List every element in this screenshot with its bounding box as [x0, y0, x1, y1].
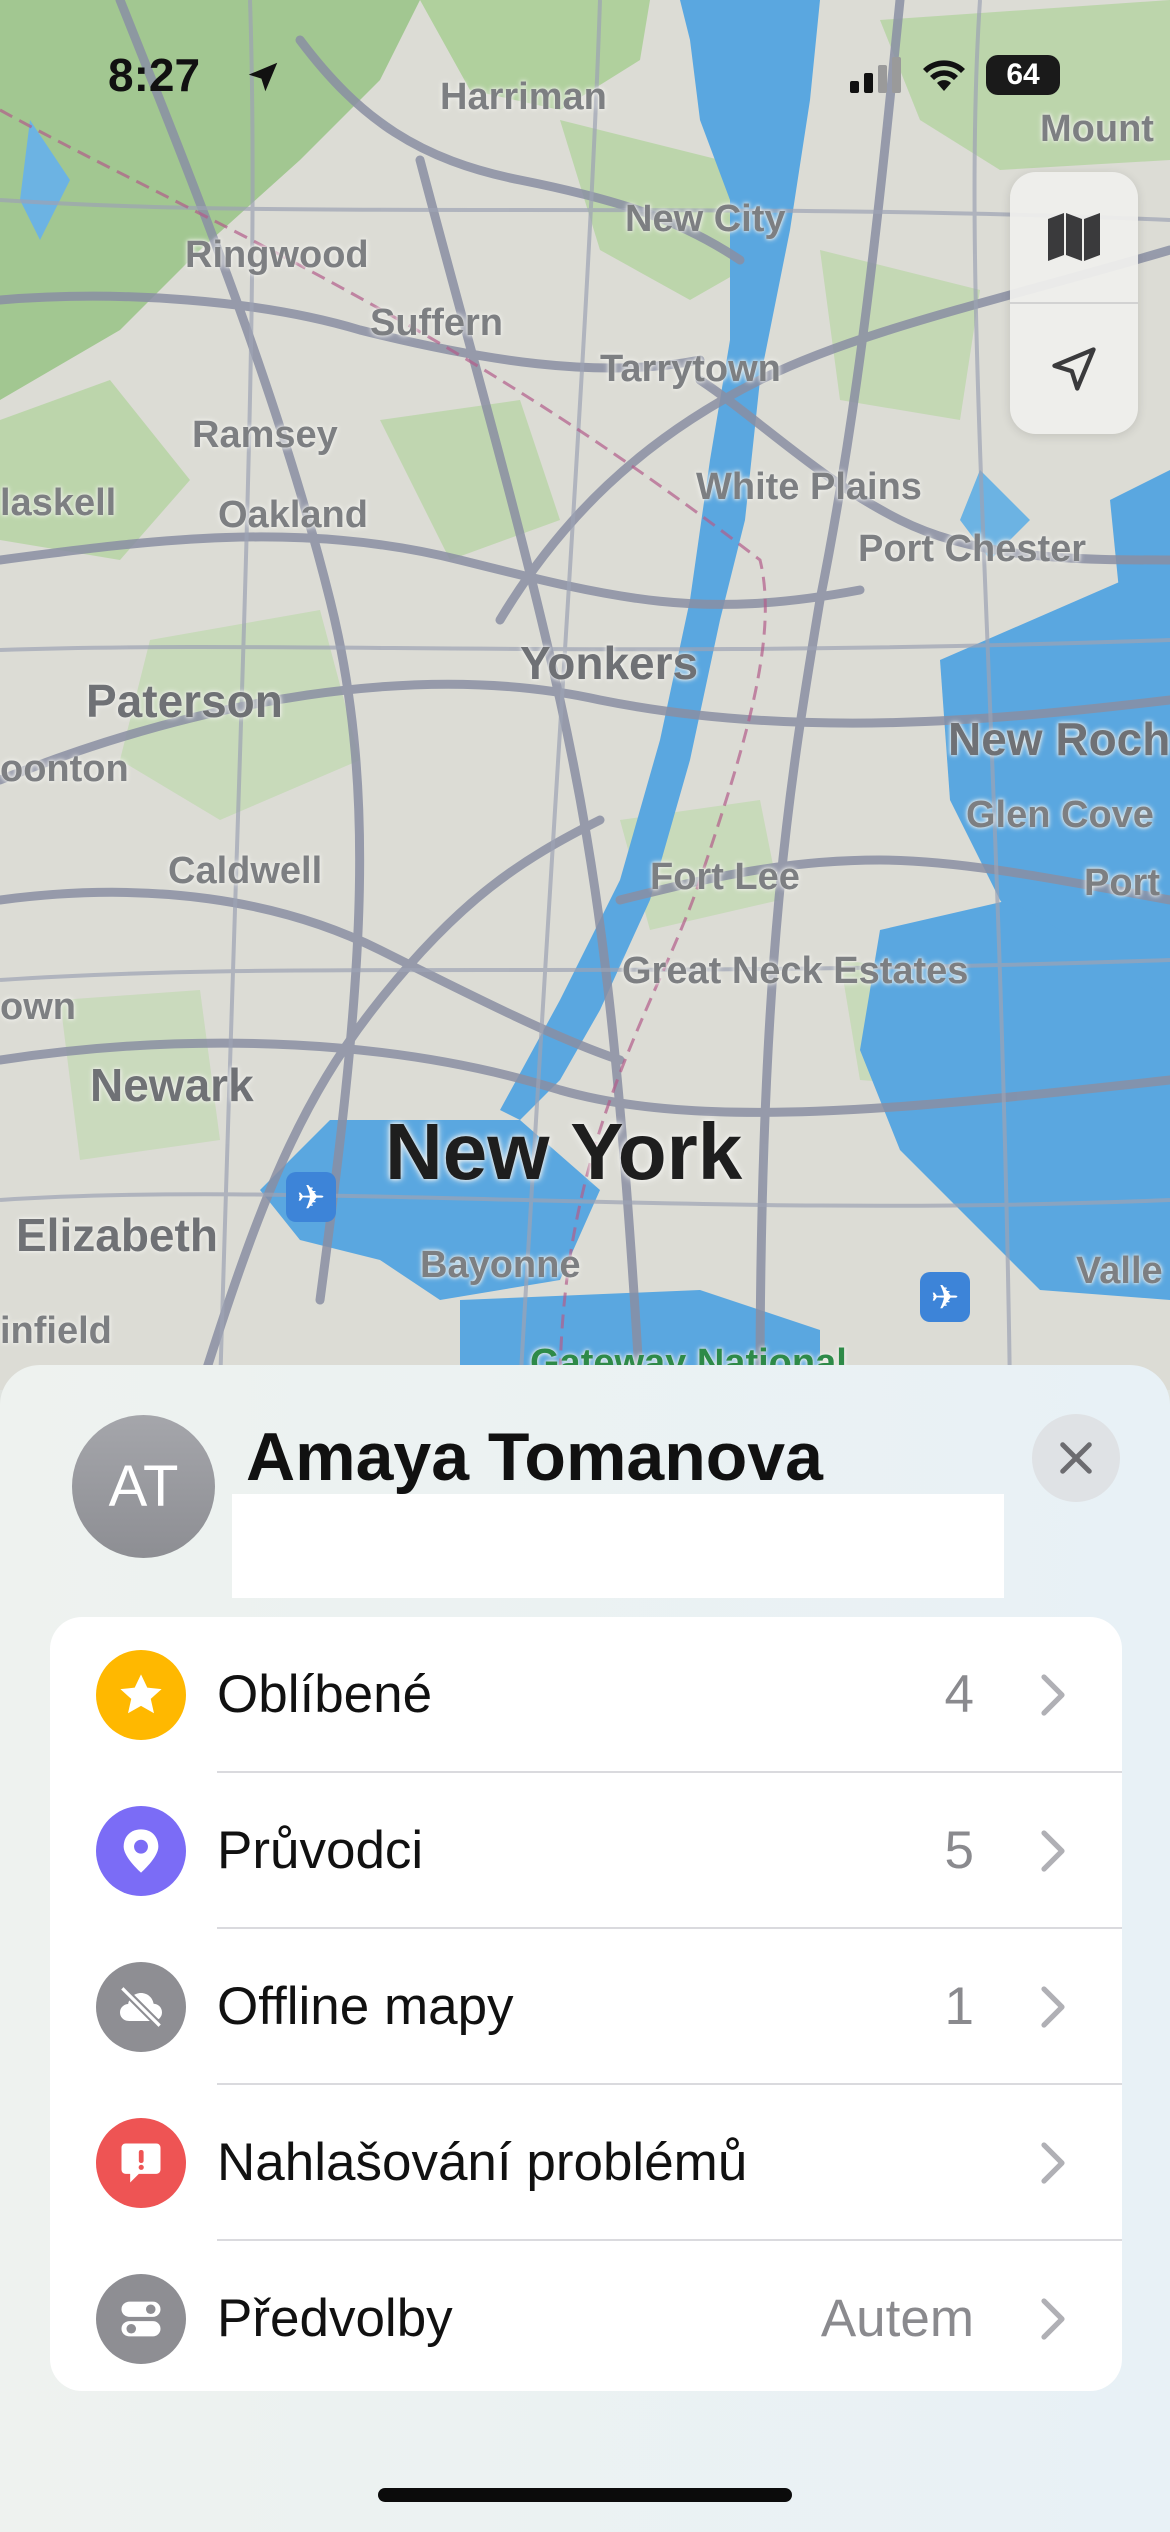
menu-count: 1 — [944, 1977, 974, 2036]
menu-row-offline-maps[interactable]: Offline mapy 1 — [50, 1929, 1122, 2085]
map-label-white-plains: White Plains — [696, 466, 922, 508]
map-label-newark: Newark — [90, 1059, 254, 1111]
star-icon — [96, 1650, 186, 1740]
guides-pin-icon — [96, 1806, 186, 1896]
status-icons: 64 — [850, 55, 1060, 95]
menu-label: Oblíbené — [217, 1665, 433, 1724]
svg-text:✈: ✈ — [297, 1178, 326, 1218]
close-icon — [1060, 1442, 1092, 1474]
map-mode-button[interactable] — [1010, 172, 1138, 302]
map-label-port-chester: Port Chester — [858, 528, 1087, 570]
status-time: 8:27 — [108, 49, 201, 101]
map-label-glen-cove: Glen Cove — [966, 794, 1154, 836]
map-controls — [1010, 172, 1138, 434]
profile-menu-list: Oblíbené 4 Průvodci 5 Offline mapy 1 Nah… — [50, 1617, 1122, 2391]
map-label-new-york: New York — [385, 1107, 743, 1196]
cloud-slash-icon — [96, 1962, 186, 2052]
toggles-icon — [96, 2274, 186, 2364]
menu-count: 4 — [944, 1665, 974, 1724]
menu-row-favorites[interactable]: Oblíbené 4 — [50, 1617, 1122, 1773]
chevron-right-icon — [1041, 1830, 1065, 1872]
map-label-new-city: New City — [625, 198, 786, 240]
map-label-suffern: Suffern — [370, 302, 503, 344]
menu-label: Předvolby — [217, 2289, 453, 2348]
map-label-bayonne: Bayonne — [420, 1244, 581, 1286]
map-label-ringwood: Ringwood — [185, 234, 369, 276]
menu-value: Autem — [820, 2289, 974, 2348]
close-button[interactable] — [1032, 1414, 1120, 1502]
menu-label: Offline mapy — [217, 1977, 514, 2036]
map-view[interactable]: ✈ ✈ Harriman Mount New City Ringwood Suf… — [0, 0, 1170, 1390]
svg-text:✈: ✈ — [931, 1278, 960, 1318]
redacted-email — [232, 1494, 1004, 1598]
map-label-caldwell: Caldwell — [168, 850, 323, 892]
map-icon — [1048, 213, 1100, 261]
avatar[interactable]: AT — [72, 1415, 215, 1558]
menu-label: Průvodci — [217, 1821, 424, 1880]
map-label-town: own — [0, 986, 76, 1028]
map-label-valley: Valle — [1076, 1250, 1163, 1292]
map-label-great-neck: Great Neck Estates — [622, 950, 969, 992]
menu-row-report-issue[interactable]: Nahlašování problémů — [50, 2085, 1122, 2241]
status-bar: 8:27 64 — [0, 0, 1170, 150]
map-label-paterson: Paterson — [86, 675, 283, 727]
map-label-fort-lee: Fort Lee — [650, 856, 800, 898]
profile-name: Amaya Tomanova — [246, 1419, 823, 1495]
menu-label: Nahlašování problémů — [217, 2133, 748, 2192]
menu-row-preferences[interactable]: Předvolby Autem — [50, 2241, 1122, 2397]
battery-icon: 64 — [986, 55, 1060, 95]
cellular-signal-icon — [850, 57, 901, 93]
map-label-haskell: laskell — [0, 482, 117, 524]
report-bubble-icon — [96, 2118, 186, 2208]
locate-me-button[interactable] — [1010, 304, 1138, 434]
chevron-right-icon — [1041, 1986, 1065, 2028]
chevron-right-icon — [1041, 2142, 1065, 2184]
home-indicator[interactable] — [378, 2488, 792, 2502]
map-label-plainfield: infield — [0, 1310, 112, 1352]
location-arrow-icon — [248, 62, 278, 92]
map-label-yonkers: Yonkers — [520, 637, 699, 689]
map-label-tarrytown: Tarrytown — [600, 348, 781, 390]
menu-row-guides[interactable]: Průvodci 5 — [50, 1773, 1122, 1929]
map-label-port: Port — [1084, 862, 1160, 904]
wifi-icon — [923, 60, 965, 91]
map-label-oakland: Oakland — [218, 494, 368, 536]
map-label-pompton: oonton — [0, 748, 129, 790]
map-label-new-rochelle: New Roch — [948, 713, 1170, 765]
chevron-right-icon — [1041, 1674, 1065, 1716]
location-arrow-outline-icon — [1052, 347, 1096, 391]
map-label-ramsey: Ramsey — [192, 414, 338, 456]
map-label-elizabeth: Elizabeth — [16, 1209, 218, 1261]
menu-count: 5 — [944, 1821, 974, 1880]
chevron-right-icon — [1041, 2298, 1065, 2340]
